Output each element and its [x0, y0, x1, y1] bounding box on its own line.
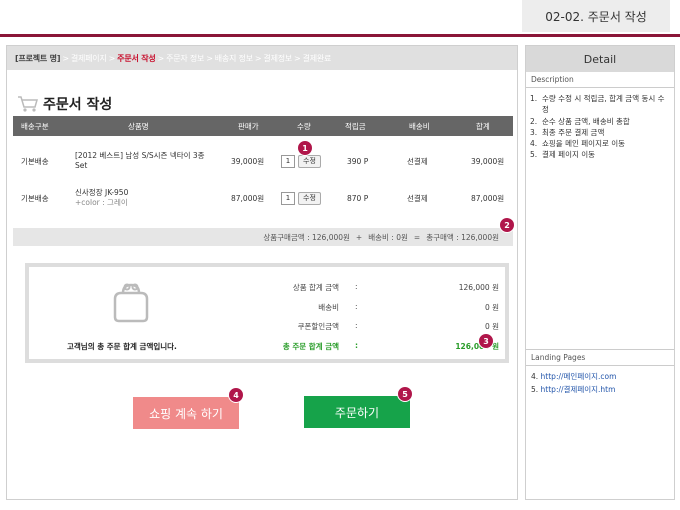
breadcrumb-payinfo[interactable]: 결제정보 — [263, 53, 292, 64]
col-product: 상품명 — [128, 121, 149, 131]
breadcrumb-orderer[interactable]: 주문자 정보 — [166, 53, 204, 64]
description-label: Description — [526, 72, 674, 88]
cell-total: 39,000원 — [471, 156, 505, 166]
cell-shipping: 선결제 — [407, 193, 428, 203]
product-name[interactable]: 신사정장 JK-950 — [75, 188, 128, 198]
cell-points: 390 P — [347, 156, 369, 166]
cell-delivery: 기본배송 — [21, 156, 49, 166]
col-delivery: 배송구분 — [21, 121, 49, 131]
breadcrumb-order-form: 주문서 작성 — [117, 53, 156, 63]
quantity-update-button[interactable]: 수정 — [298, 191, 321, 205]
landing-link-5[interactable]: 5. http://결제페이지.htm — [531, 384, 669, 397]
table-row: 기본배송 [2012 베스트] 남성 S/S시즌 넥타이 3종 Set 39,0… — [13, 146, 513, 176]
detail-sidebar: Detail Description 1. 수량 수정 시 적립금, 합계 금액 … — [525, 45, 675, 500]
cell-shipping: 선결제 — [407, 156, 428, 166]
continue-shopping-button[interactable]: 쇼핑 계속 하기 — [133, 397, 239, 429]
cell-points: 870 P — [347, 193, 369, 203]
landing-link-4[interactable]: 4. http://메인페이지.com — [531, 371, 669, 384]
col-price: 판매가 — [238, 121, 259, 131]
order-button[interactable]: 주문하기 — [304, 396, 410, 428]
quantity-input[interactable]: 1 — [281, 191, 295, 205]
product-option: +color : 그레이 — [75, 198, 128, 207]
list-item: 4. 쇼핑을 메인 페이지로 이동 — [530, 139, 626, 148]
purse-icon — [113, 283, 149, 323]
detail-title: Detail — [526, 46, 674, 72]
col-qty: 수량 — [297, 121, 311, 131]
landing-links: 4. http://메인페이지.com 5. http://결제페이지.htm — [526, 366, 674, 402]
total-row-grand: 총 주문 합계 금액 : 126,000 원 — [282, 341, 499, 351]
total-row-shipping: 배송비 : 0 원 — [318, 302, 499, 312]
product-name[interactable]: [2012 베스트] 남성 S/S시즌 넥타이 3종 Set — [75, 151, 215, 171]
quantity-input[interactable]: 1 — [281, 154, 295, 168]
order-total-box: 고객님의 총 주문 합계 금액입니다. 상품 합계 금액 : 126,000 원… — [25, 263, 509, 363]
description-list: 1. 수량 수정 시 적립금, 합계 금액 동시 수정 2. 순수 상품 금액, 배… — [526, 88, 674, 166]
breadcrumb-project: [프로젝트 명] — [15, 53, 61, 63]
table-header: 배송구분 상품명 판매가 수량 적립금 배송비 합계 — [13, 116, 513, 136]
list-item: 1. 수량 수정 시 적립금, 합계 금액 동시 수정 — [530, 94, 665, 115]
annotation-badge-4: 4 — [228, 387, 244, 403]
landing-pages: Landing Pages 4. http://메인페이지.com 5. htt… — [526, 349, 674, 402]
breadcrumb-complete[interactable]: 결제완료 — [303, 53, 332, 64]
col-total: 합계 — [476, 121, 490, 131]
breadcrumb-shipping[interactable]: 배송지 정보 — [215, 53, 253, 64]
col-points: 적립금 — [345, 121, 366, 131]
cart-icon — [18, 96, 38, 112]
cell-price: 39,000원 — [231, 156, 265, 166]
list-item: 2. 순수 상품 금액, 배송비 총합 — [530, 116, 630, 126]
cell-price: 87,000원 — [231, 193, 265, 203]
page-title: 주문서 작성 — [43, 97, 113, 113]
summary-plus: + — [355, 232, 363, 242]
quantity-update-button[interactable]: 수정 — [298, 154, 321, 168]
list-item: 3. 최종 주문 결제 금액 — [530, 127, 605, 137]
summary-bar: 상품구매금액 : 126,000원 + 배송비 : 0원 = 총구매액 : 12… — [13, 228, 513, 246]
cell-delivery: 기본배송 — [21, 193, 49, 203]
table-row: 기본배송 신사정장 JK-950 +color : 그레이 87,000원 1 … — [13, 183, 513, 213]
breadcrumb: [프로젝트 명] > 결제페이지 > 주문서 작성 > 주문자 정보 > 배송지… — [7, 46, 517, 70]
total-row-subtotal: 상품 합계 금액 : 126,000 원 — [292, 282, 499, 292]
annotation-badge-1: 1 — [297, 140, 313, 156]
annotation-badge-3: 3 — [478, 333, 494, 349]
cell-product[interactable]: [2012 베스트] 남성 S/S시즌 넥타이 3종 Set — [75, 146, 215, 176]
summary-equals: = — [413, 232, 421, 242]
summary-shipping: 배송비 : 0원 — [368, 232, 408, 242]
total-caption: 고객님의 총 주문 합계 금액입니다. — [67, 342, 177, 351]
breadcrumb-payment[interactable]: 결제페이지 — [71, 53, 107, 64]
total-row-coupon: 쿠폰할인금액 : 0 원 — [297, 321, 499, 331]
cell-total: 87,000원 — [471, 193, 505, 203]
title-row: 주문서 작성 — [17, 94, 112, 114]
cell-qty: 1 수정 — [281, 183, 321, 213]
main-panel: [프로젝트 명] > 결제페이지 > 주문서 작성 > 주문자 정보 > 배송지… — [6, 45, 518, 500]
cell-product[interactable]: 신사정장 JK-950 +color : 그레이 — [75, 183, 128, 213]
page-tab: 02-02. 주문서 작성 — [522, 0, 670, 32]
col-shipping: 배송비 — [409, 121, 430, 131]
top-rule — [0, 34, 680, 37]
landing-label: Landing Pages — [526, 350, 674, 366]
list-item: 5. 결제 페이지 이동 — [530, 150, 596, 160]
summary-subtotal: 상품구매금액 : 126,000원 — [263, 232, 350, 242]
summary-total: 총구매액 : 126,000원 — [426, 232, 499, 242]
annotation-badge-5: 5 — [397, 386, 413, 402]
annotation-badge-2: 2 — [499, 217, 515, 233]
